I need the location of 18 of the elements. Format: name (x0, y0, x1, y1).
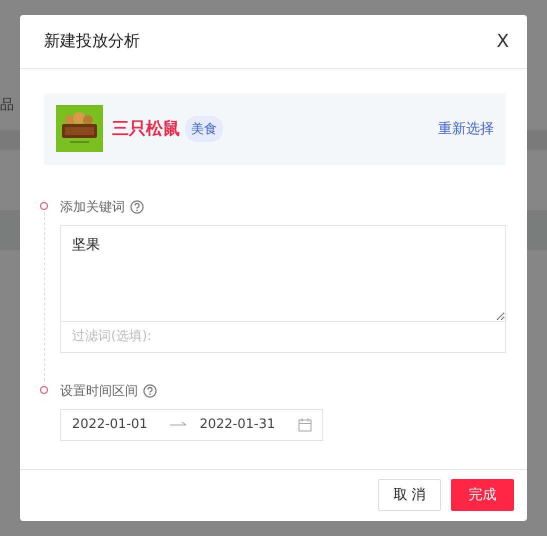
close-button[interactable]: X (496, 30, 509, 52)
step-label: 设置时间区间 (60, 382, 138, 400)
help-icon[interactable] (130, 200, 144, 214)
calendar-icon (298, 418, 312, 432)
dialog-title: 新建投放分析 (44, 30, 140, 52)
date-range-field[interactable]: 2022-01-01 2022-01-31 (60, 408, 323, 441)
filter-input[interactable]: 过滤词(选填): (60, 322, 506, 353)
cancel-button[interactable]: 取 消 (378, 479, 441, 512)
page-text: 品 (0, 96, 14, 114)
keyword-input[interactable]: 坚果 (60, 224, 506, 322)
step-dot (40, 386, 48, 394)
step-label: 添加关键词 (60, 198, 125, 216)
done-button[interactable]: 完成 (451, 479, 514, 512)
step-dot (40, 202, 48, 210)
category-tag: 美食 (185, 116, 223, 142)
brand-name: 三只松鼠 (112, 118, 180, 140)
reselect-link[interactable]: 重新选择 (438, 120, 494, 138)
help-icon[interactable] (143, 384, 157, 398)
